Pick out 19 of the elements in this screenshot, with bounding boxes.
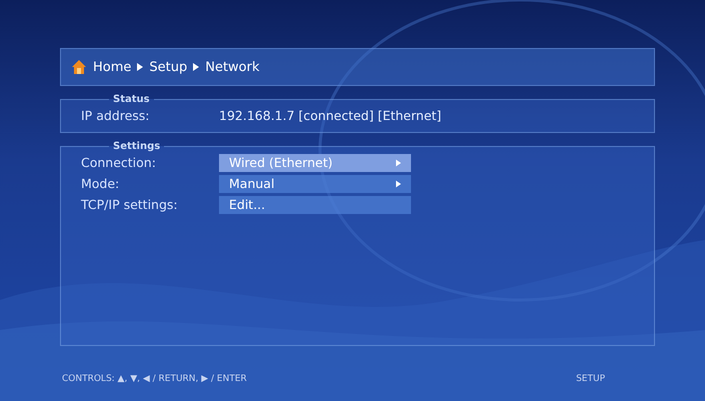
edit-button[interactable]: Edit... — [219, 196, 411, 214]
home-icon[interactable] — [71, 59, 87, 75]
ip-address-value: 192.168.1.7 [connected] [Ethernet] — [219, 108, 442, 123]
field-label: IP address: — [81, 108, 151, 123]
caret-icon — [396, 158, 401, 166]
breadcrumb-link[interactable]: Network — [205, 60, 260, 74]
breadcrumb-link[interactable]: Setup — [149, 60, 188, 74]
field-label: TCP/IP settings: — [81, 197, 179, 212]
controls-hint: CONTROLS: ▲, ▼, ◀ / RETURN, ▶ / ENTER — [62, 374, 247, 384]
section-name: SETUP — [576, 374, 605, 384]
caret-icon — [137, 63, 144, 71]
option-selector[interactable]: Manual — [219, 174, 411, 192]
breadcrumb-link[interactable]: Home — [93, 60, 132, 74]
panel-title: Settings — [112, 141, 162, 152]
caret-icon — [396, 180, 401, 188]
panel-title: Status — [112, 94, 151, 105]
field-label: Mode: — [81, 176, 120, 191]
caret-icon — [193, 63, 200, 71]
field-label: Connection: — [81, 155, 157, 170]
